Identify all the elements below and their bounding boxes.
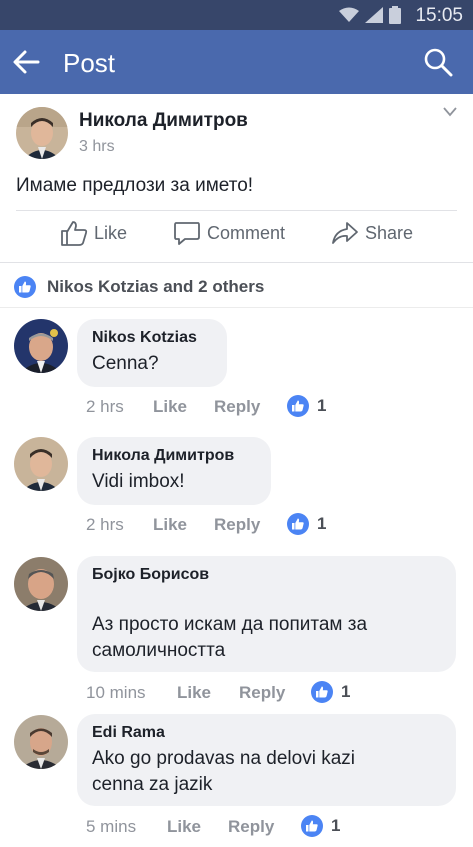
status-time: 15:05 (415, 5, 463, 26)
comment-text-line: Аз просто искам да попитам за (92, 614, 368, 635)
comment-time: 5 mins (86, 817, 137, 836)
comment-bubble[interactable]: Nikos Kotzias Cenna? (77, 319, 227, 387)
comment-like-count[interactable]: 1 (301, 815, 340, 837)
comment-button[interactable]: Comment (173, 220, 285, 246)
thumbs-up-icon (61, 221, 88, 246)
like-label: Like (94, 222, 128, 243)
comment-text-line: самоличността (92, 640, 226, 661)
comment-avatar[interactable] (14, 319, 68, 373)
back-arrow-icon[interactable] (12, 48, 40, 76)
comment-bubble[interactable]: Edi Rama Ako go prodavas na delovi kazi … (77, 714, 456, 806)
status-bar: 15:05 (0, 0, 473, 30)
comment-item: Бојко Борисов Аз просто искам да попитам… (0, 556, 473, 706)
comment-avatar[interactable] (14, 557, 68, 611)
comment-reply-button[interactable]: Reply (214, 515, 260, 535)
comment-like-count[interactable]: 1 (287, 395, 326, 417)
comment-item: Nikos Kotzias Cenna? 2 hrs Like Reply 1 (0, 319, 473, 429)
post-author-name[interactable]: Никола Димитров (79, 110, 248, 132)
chevron-down-icon[interactable] (443, 106, 457, 118)
like-count-value: 1 (317, 514, 327, 533)
like-reaction-icon (287, 513, 309, 535)
comment-like-count[interactable]: 1 (287, 513, 326, 535)
comment-author[interactable]: Edi Rama (92, 724, 165, 742)
comment-time: 2 hrs (86, 397, 124, 416)
comment-author[interactable]: Никола Димитров (92, 447, 234, 465)
comment-like-button[interactable]: Like (153, 397, 187, 417)
page-title: Post (63, 48, 116, 78)
post-card: Никола Димитров 3 hrs Имаме предлози за … (0, 94, 473, 263)
search-icon[interactable] (423, 47, 453, 77)
comment-reply-button[interactable]: Reply (228, 817, 274, 837)
comment-time: 10 mins (86, 683, 146, 702)
app-bar: Post (0, 30, 473, 94)
like-button[interactable]: Like (60, 220, 127, 246)
wifi-icon (339, 7, 359, 22)
like-reaction-icon (14, 276, 36, 298)
like-reaction-icon (287, 395, 309, 417)
post-author-avatar[interactable] (16, 107, 68, 159)
post-text: Имаме предлози за името! (16, 175, 254, 196)
comment-text-line: Ako go prodavas na delovi kazi (92, 748, 355, 769)
comment-reply-button[interactable]: Reply (239, 683, 285, 703)
status-icons (339, 6, 401, 24)
signal-icon (365, 7, 383, 23)
comment-like-button[interactable]: Like (153, 515, 187, 535)
like-count-value: 1 (317, 396, 327, 415)
comment-text: Cenna? (92, 353, 159, 374)
post-actions: Like Comment Share (0, 214, 473, 258)
like-count-value: 1 (341, 682, 351, 701)
comment-author[interactable]: Бојко Борисов (92, 566, 209, 584)
comment-avatar[interactable] (14, 715, 68, 769)
comment-text-line: cenna za jazik (92, 774, 213, 795)
like-count-value: 1 (331, 816, 341, 835)
comment-like-button[interactable]: Like (167, 817, 201, 837)
comment-reply-button[interactable]: Reply (214, 397, 260, 417)
comment-item: Никола Димитров Vidi imbox! 2 hrs Like R… (0, 437, 473, 547)
comment-author[interactable]: Nikos Kotzias (92, 329, 197, 347)
comment-text: Vidi imbox! (92, 471, 185, 492)
share-icon (332, 222, 358, 244)
share-button[interactable]: Share (331, 220, 413, 246)
comment-time: 2 hrs (86, 515, 124, 534)
reactions-label: Nikos Kotzias and 2 others (47, 277, 265, 296)
like-reaction-icon (311, 681, 333, 703)
comment-icon (174, 222, 200, 245)
comment-like-button[interactable]: Like (177, 683, 211, 703)
comment-label: Comment (207, 222, 286, 243)
share-label: Share (365, 222, 414, 243)
like-reaction-icon (301, 815, 323, 837)
divider (16, 210, 457, 211)
comment-avatar[interactable] (14, 437, 68, 491)
comment-bubble[interactable]: Никола Димитров Vidi imbox! (77, 437, 271, 505)
battery-icon (389, 6, 401, 24)
comment-like-count[interactable]: 1 (311, 681, 350, 703)
comment-item: Edi Rama Ako go prodavas na delovi kazi … (0, 714, 473, 847)
post-time: 3 hrs (79, 138, 115, 155)
reactions-summary[interactable]: Nikos Kotzias and 2 others (0, 263, 473, 308)
comment-bubble[interactable]: Бојко Борисов Аз просто искам да попитам… (77, 556, 456, 672)
